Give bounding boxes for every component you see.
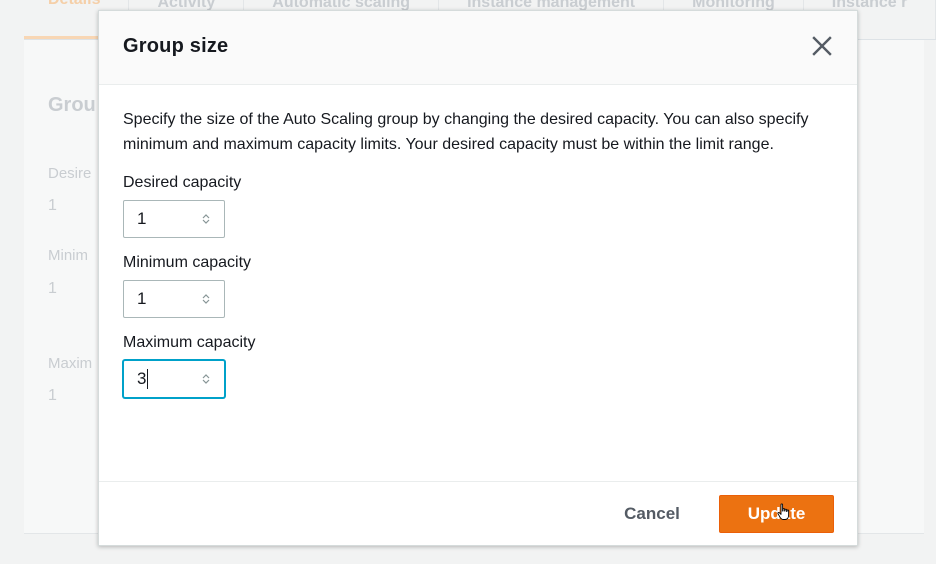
modal-header: Group size [99,11,857,85]
spinner-icon[interactable] [202,213,210,225]
text-caret [147,369,149,389]
modal-body: Specify the size of the Auto Scaling gro… [99,85,857,398]
maximum-capacity-label: Maximum capacity [123,334,256,351]
maximum-capacity-input[interactable]: 3 [123,360,225,398]
modal-description: Specify the size of the Auto Scaling gro… [123,111,809,153]
background-label-maximum: Maxim [48,355,93,372]
spinner-icon[interactable] [202,293,210,305]
desired-capacity-input[interactable]: 1 [123,200,225,238]
hand-cursor-icon [777,503,790,520]
group-size-modal: Group size Specify the size of the Auto … [98,10,858,546]
close-icon [812,36,832,56]
minimum-capacity-input[interactable]: 1 [123,280,225,318]
background-label-desired: Desire [48,165,92,182]
modal-footer: Cancel Update [99,481,857,545]
cancel-button[interactable]: Cancel [623,495,681,533]
minimum-capacity-value: 1 [137,289,147,308]
background-value-desired: 1 [48,197,57,214]
background-label-minimum: Minim [48,247,88,264]
background-value-maximum: 1 [48,387,57,404]
background-section-heading: Grou [48,94,96,116]
modal-title: Group size [123,35,229,57]
minimum-capacity-label: Minimum capacity [123,254,252,271]
spinner-icon[interactable] [202,373,210,385]
close-button[interactable] [811,35,833,57]
maximum-capacity-value: 3 [137,369,147,388]
background-value-minimum: 1 [48,280,57,297]
desired-capacity-value: 1 [137,209,147,228]
desired-capacity-label: Desired capacity [123,174,242,191]
